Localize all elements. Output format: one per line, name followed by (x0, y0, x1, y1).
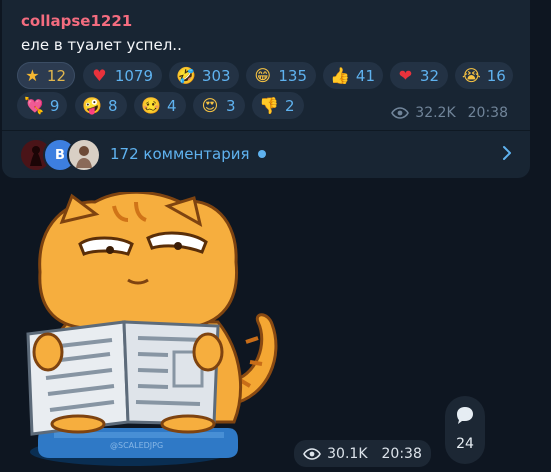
timestamp: 20:38 (467, 105, 508, 121)
reaction-count: 2 (285, 96, 295, 115)
reaction-thumbs-down[interactable]: 👎 2 (252, 92, 304, 119)
comments-bar[interactable]: B 172 комментария (2, 131, 530, 178)
reaction-thumbs-up[interactable]: 👍 41 (323, 62, 383, 89)
commenter-avatars: B (19, 138, 101, 172)
reaction-heart[interactable]: ♥ 1079 (83, 62, 162, 89)
unread-dot (258, 150, 266, 158)
reaction-heart-arrow[interactable]: 💘 9 (17, 92, 67, 119)
grin-icon: 😁 (254, 65, 272, 85)
reaction-crying[interactable]: 😭 16 (455, 62, 513, 89)
comments-count-label[interactable]: 172 комментария (110, 145, 250, 163)
comments-count: 24 (456, 436, 474, 452)
reaction-count: 4 (167, 96, 177, 115)
view-count: 30.1K (327, 445, 368, 462)
comment-bubble-icon (457, 407, 473, 424)
reaction-count: 41 (355, 66, 376, 85)
reaction-count: 12 (46, 66, 66, 85)
heart-icon: ♥ (92, 65, 107, 85)
reaction-heart-eyes[interactable]: 😍 3 (193, 92, 245, 119)
reaction-grin[interactable]: 😁 135 (246, 62, 316, 89)
avatar (67, 138, 101, 172)
thumbs-down-icon: 👎 (259, 95, 279, 115)
heart-eyes-icon: 😍 (201, 95, 219, 115)
message-text: еле в туалет успел.. (21, 36, 182, 54)
reaction-rofl[interactable]: 🤣 303 (169, 62, 239, 89)
heart-with-arrow-icon: 💘 (24, 95, 44, 115)
comments-button[interactable]: 24 (445, 396, 485, 464)
thumbs-up-icon: 👍 (330, 65, 350, 85)
sticker-meta: 30.1K 20:38 (294, 440, 431, 467)
reaction-heart-on-fire[interactable]: ❤ 32 (390, 62, 448, 89)
reaction-star[interactable]: ★ 12 (17, 62, 75, 89)
reaction-count: 32 (419, 66, 439, 85)
reaction-count: 8 (108, 96, 118, 115)
view-count: 32.2K (415, 105, 456, 121)
eye-icon (391, 107, 410, 119)
reaction-count: 3 (226, 96, 236, 115)
message-meta: 32.2K 20:38 (391, 105, 508, 121)
reaction-count: 303 (201, 66, 231, 85)
star-icon: ★ (25, 65, 40, 85)
eye-icon (303, 447, 322, 460)
reaction-woozy[interactable]: 🥴 4 (134, 92, 186, 119)
crying-face-icon: 😭 (462, 65, 481, 85)
rofl-icon: 🤣 (176, 65, 196, 85)
watermark-text: @SCALEDJPG (110, 441, 163, 450)
zany-face-icon: 🤪 (82, 95, 102, 115)
reaction-count: 1079 (114, 66, 153, 85)
woozy-face-icon: 🥴 (141, 95, 161, 115)
reaction-count: 135 (278, 66, 307, 85)
chevron-right-icon[interactable] (498, 144, 516, 162)
reaction-count: 16 (486, 66, 506, 85)
reaction-zany[interactable]: 🤪 8 (75, 92, 127, 119)
author-name[interactable]: collapse1221 (21, 12, 132, 30)
timestamp: 20:38 (381, 445, 422, 462)
heart-on-fire-icon: ❤ (398, 65, 413, 85)
reaction-count: 9 (49, 96, 60, 115)
cat-reading-newspaper-sticker: @SCALEDJPG (26, 192, 278, 466)
